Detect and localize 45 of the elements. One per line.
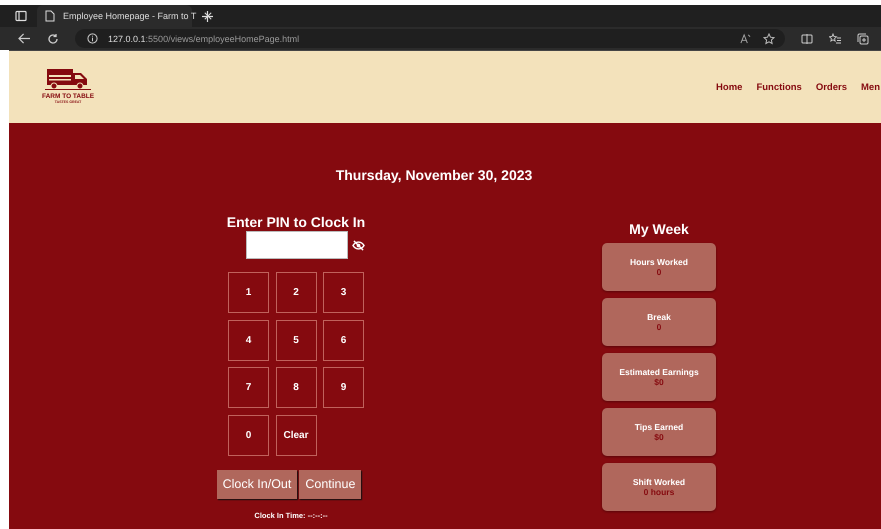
nav-link[interactable]: Home — [716, 82, 742, 92]
nav-link[interactable]: Functions — [756, 82, 802, 92]
collections-icon[interactable] — [857, 32, 869, 44]
stat-label: Shift Worked — [632, 477, 686, 487]
stat-value: $0 — [654, 377, 664, 387]
address-field[interactable]: 127.0.0.1:5500/views/employeeHomePage.html — [75, 29, 785, 48]
stat-label: Estimated Earnings — [619, 367, 699, 377]
eye-slash-icon[interactable] — [352, 240, 364, 250]
nav-link[interactable]: Men — [861, 82, 880, 92]
pin-heading: Enter PIN to Clock In — [226, 214, 366, 230]
keypad-key[interactable]: 9 — [323, 367, 364, 408]
date-heading: Thursday, November 30, 2023 — [334, 167, 534, 183]
split-screen-icon[interactable] — [801, 32, 813, 44]
action-button[interactable]: Clock In/Out — [216, 470, 298, 498]
stat-label: Break — [647, 312, 671, 322]
stat-label: Hours Worked — [630, 257, 688, 267]
nav-link[interactable]: Orders — [816, 82, 847, 92]
stat-value: 0 — [656, 267, 662, 277]
favorites-icon[interactable] — [829, 32, 841, 44]
keypad-key[interactable]: 1 — [228, 272, 269, 313]
my-week-heading: My Week — [629, 221, 689, 237]
keypad-key[interactable]: 7 — [228, 367, 269, 408]
keypad-key[interactable]: 3 — [323, 272, 364, 313]
info-icon — [87, 33, 98, 44]
truck-icon — [45, 66, 92, 90]
keypad-key[interactable]: Clear — [276, 414, 316, 456]
refresh-icon[interactable] — [47, 32, 59, 44]
keypad-key[interactable]: 8 — [276, 367, 316, 408]
keypad-key[interactable]: 2 — [276, 272, 316, 313]
action-button[interactable]: Continue — [299, 470, 362, 498]
read-aloud-icon[interactable] — [740, 32, 751, 44]
keypad-key[interactable]: 0 — [228, 414, 269, 456]
page-icon — [45, 10, 55, 22]
pin-field[interactable] — [246, 231, 348, 259]
keypad-key[interactable]: 4 — [228, 320, 269, 360]
keypad-key[interactable]: 5 — [276, 320, 316, 360]
star-icon[interactable] — [763, 32, 775, 44]
back-icon[interactable] — [18, 33, 31, 44]
stat-value: 0 hours — [644, 487, 674, 497]
stat-value: 0 — [656, 322, 662, 332]
tab-title: Employee Homepage - Farm to T — [63, 11, 196, 21]
keypad-key[interactable]: 6 — [323, 320, 364, 360]
stat-value: $0 — [654, 432, 664, 442]
tab-actions-icon[interactable] — [15, 10, 27, 22]
stat-label: Tips Earned — [634, 422, 684, 432]
